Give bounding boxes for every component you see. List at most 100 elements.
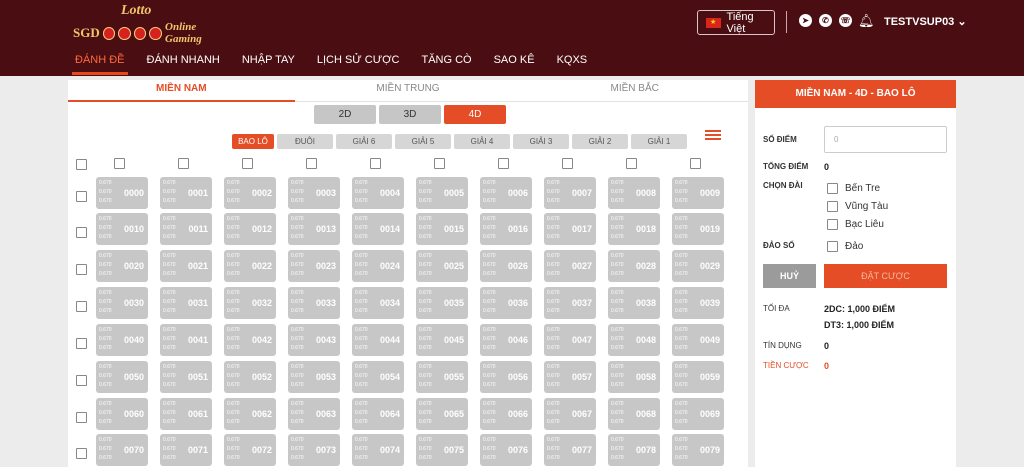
nav-item-sao-ke[interactable]: SAO KÊ xyxy=(494,54,535,76)
tab-prize-giai-1[interactable]: GIẢI 1 xyxy=(631,134,687,149)
tab-type-3d[interactable]: 3D xyxy=(379,105,441,124)
number-cell[interactable]: 0.670 0.670 0.670 0030 xyxy=(96,287,148,319)
number-cell[interactable]: 0.670 0.670 0.670 0077 xyxy=(544,434,596,466)
tab-prize-giai-2[interactable]: GIẢI 2 xyxy=(572,134,628,149)
number-cell[interactable]: 0.670 0.670 0.670 0007 xyxy=(544,177,596,209)
number-cell[interactable]: 0.670 0.670 0.670 0072 xyxy=(224,434,276,466)
column-checkbox[interactable] xyxy=(242,158,253,169)
place-bet-button[interactable]: ĐẶT CƯỢC xyxy=(824,264,947,288)
viber-icon[interactable]: ✆ xyxy=(819,14,832,27)
bell-icon[interactable]: 🔔︎ xyxy=(858,13,875,29)
nav-item-lich-su-cuoc[interactable]: LỊCH SỬ CƯỢC xyxy=(317,54,400,76)
column-checkbox[interactable] xyxy=(690,158,701,169)
tab-region-mien-bac[interactable]: MIỀN BẮC xyxy=(521,80,748,101)
number-cell[interactable]: 0.670 0.670 0.670 0041 xyxy=(160,324,212,356)
row-checkbox[interactable] xyxy=(76,264,87,275)
number-cell[interactable]: 0.670 0.670 0.670 0018 xyxy=(608,213,660,245)
number-cell[interactable]: 0.670 0.670 0.670 0060 xyxy=(96,398,148,430)
number-cell[interactable]: 0.670 0.670 0.670 0026 xyxy=(480,250,532,282)
number-cell[interactable]: 0.670 0.670 0.670 0027 xyxy=(544,250,596,282)
nav-item-danh-nhanh[interactable]: ĐÁNH NHANH xyxy=(147,54,220,76)
number-cell[interactable]: 0.670 0.670 0.670 0078 xyxy=(608,434,660,466)
number-cell[interactable]: 0.670 0.670 0.670 0044 xyxy=(352,324,404,356)
number-cell[interactable]: 0.670 0.670 0.670 0063 xyxy=(288,398,340,430)
number-cell[interactable]: 0.670 0.670 0.670 0020 xyxy=(96,250,148,282)
station-checkbox-ben-tre[interactable] xyxy=(827,183,838,194)
row-checkbox[interactable] xyxy=(76,191,87,202)
number-cell[interactable]: 0.670 0.670 0.670 0061 xyxy=(160,398,212,430)
number-cell[interactable]: 0.670 0.670 0.670 0025 xyxy=(416,250,468,282)
tab-type-4d[interactable]: 4D xyxy=(444,105,506,124)
nav-item-tang-co[interactable]: TĂNG CÒ xyxy=(421,54,471,76)
site-logo[interactable]: Lotto SGD Online Gaming xyxy=(73,3,233,45)
number-cell[interactable]: 0.670 0.670 0.670 0049 xyxy=(672,324,724,356)
number-cell[interactable]: 0.670 0.670 0.670 0031 xyxy=(160,287,212,319)
number-cell[interactable]: 0.670 0.670 0.670 0043 xyxy=(288,324,340,356)
number-cell[interactable]: 0.670 0.670 0.670 0032 xyxy=(224,287,276,319)
nav-item-kqxs[interactable]: KQXS xyxy=(557,54,588,76)
number-cell[interactable]: 0.670 0.670 0.670 0073 xyxy=(288,434,340,466)
number-cell[interactable]: 0.670 0.670 0.670 0048 xyxy=(608,324,660,356)
tab-type-2d[interactable]: 2D xyxy=(314,105,376,124)
column-checkbox[interactable] xyxy=(370,158,381,169)
number-cell[interactable]: 0.670 0.670 0.670 0012 xyxy=(224,213,276,245)
whatsapp-icon[interactable]: ☏ xyxy=(839,14,852,27)
number-cell[interactable]: 0.670 0.670 0.670 0013 xyxy=(288,213,340,245)
number-cell[interactable]: 0.670 0.670 0.670 0028 xyxy=(608,250,660,282)
number-cell[interactable]: 0.670 0.670 0.670 0050 xyxy=(96,361,148,393)
tab-region-mien-nam[interactable]: MIỀN NAM xyxy=(68,80,295,102)
number-cell[interactable]: 0.670 0.670 0.670 0009 xyxy=(672,177,724,209)
number-cell[interactable]: 0.670 0.670 0.670 0017 xyxy=(544,213,596,245)
number-cell[interactable]: 0.670 0.670 0.670 0024 xyxy=(352,250,404,282)
number-cell[interactable]: 0.670 0.670 0.670 0070 xyxy=(96,434,148,466)
list-icon[interactable] xyxy=(705,130,721,142)
number-cell[interactable]: 0.670 0.670 0.670 0011 xyxy=(160,213,212,245)
telegram-icon[interactable]: ➤ xyxy=(799,14,812,27)
number-cell[interactable]: 0.670 0.670 0.670 0036 xyxy=(480,287,532,319)
tab-prize-bao-lo[interactable]: BAO LÔ xyxy=(232,134,274,149)
cancel-button[interactable]: HUỶ xyxy=(763,264,816,288)
row-checkbox[interactable] xyxy=(76,338,87,349)
language-button[interactable]: Tiếng Việt xyxy=(697,10,775,35)
number-cell[interactable]: 0.670 0.670 0.670 0056 xyxy=(480,361,532,393)
column-checkbox[interactable] xyxy=(626,158,637,169)
number-cell[interactable]: 0.670 0.670 0.670 0008 xyxy=(608,177,660,209)
number-cell[interactable]: 0.670 0.670 0.670 0016 xyxy=(480,213,532,245)
number-cell[interactable]: 0.670 0.670 0.670 0006 xyxy=(480,177,532,209)
number-cell[interactable]: 0.670 0.670 0.670 0000 xyxy=(96,177,148,209)
tab-region-mien-trung[interactable]: MIỀN TRUNG xyxy=(295,80,522,101)
column-checkbox[interactable] xyxy=(114,158,125,169)
number-cell[interactable]: 0.670 0.670 0.670 0039 xyxy=(672,287,724,319)
number-cell[interactable]: 0.670 0.670 0.670 0057 xyxy=(544,361,596,393)
number-cell[interactable]: 0.670 0.670 0.670 0067 xyxy=(544,398,596,430)
row-checkbox[interactable] xyxy=(76,448,87,459)
number-cell[interactable]: 0.670 0.670 0.670 0034 xyxy=(352,287,404,319)
number-cell[interactable]: 0.670 0.670 0.670 0071 xyxy=(160,434,212,466)
nav-item-nhap-tay[interactable]: NHẬP TAY xyxy=(242,54,295,76)
tab-prize-giai-5[interactable]: GIẢI 5 xyxy=(395,134,451,149)
row-checkbox[interactable] xyxy=(76,227,87,238)
number-cell[interactable]: 0.670 0.670 0.670 0004 xyxy=(352,177,404,209)
select-all-checkbox[interactable] xyxy=(76,159,87,170)
number-cell[interactable]: 0.670 0.670 0.670 0038 xyxy=(608,287,660,319)
number-cell[interactable]: 0.670 0.670 0.670 0052 xyxy=(224,361,276,393)
tab-prize-giai-6[interactable]: GIẢI 6 xyxy=(336,134,392,149)
number-cell[interactable]: 0.670 0.670 0.670 0064 xyxy=(352,398,404,430)
number-cell[interactable]: 0.670 0.670 0.670 0065 xyxy=(416,398,468,430)
user-menu[interactable]: TESTVSUP03 ⌄ xyxy=(884,15,967,28)
number-cell[interactable]: 0.670 0.670 0.670 0045 xyxy=(416,324,468,356)
number-cell[interactable]: 0.670 0.670 0.670 0005 xyxy=(416,177,468,209)
number-cell[interactable]: 0.670 0.670 0.670 0003 xyxy=(288,177,340,209)
number-cell[interactable]: 0.670 0.670 0.670 0010 xyxy=(96,213,148,245)
number-cell[interactable]: 0.670 0.670 0.670 0046 xyxy=(480,324,532,356)
row-checkbox[interactable] xyxy=(76,412,87,423)
number-cell[interactable]: 0.670 0.670 0.670 0053 xyxy=(288,361,340,393)
number-cell[interactable]: 0.670 0.670 0.670 0059 xyxy=(672,361,724,393)
column-checkbox[interactable] xyxy=(434,158,445,169)
number-cell[interactable]: 0.670 0.670 0.670 0019 xyxy=(672,213,724,245)
station-checkbox-bac-lieu[interactable] xyxy=(827,219,838,230)
tab-prize-duoi[interactable]: ĐUÔI xyxy=(277,134,333,149)
number-cell[interactable]: 0.670 0.670 0.670 0021 xyxy=(160,250,212,282)
row-checkbox[interactable] xyxy=(76,375,87,386)
number-cell[interactable]: 0.670 0.670 0.670 0054 xyxy=(352,361,404,393)
